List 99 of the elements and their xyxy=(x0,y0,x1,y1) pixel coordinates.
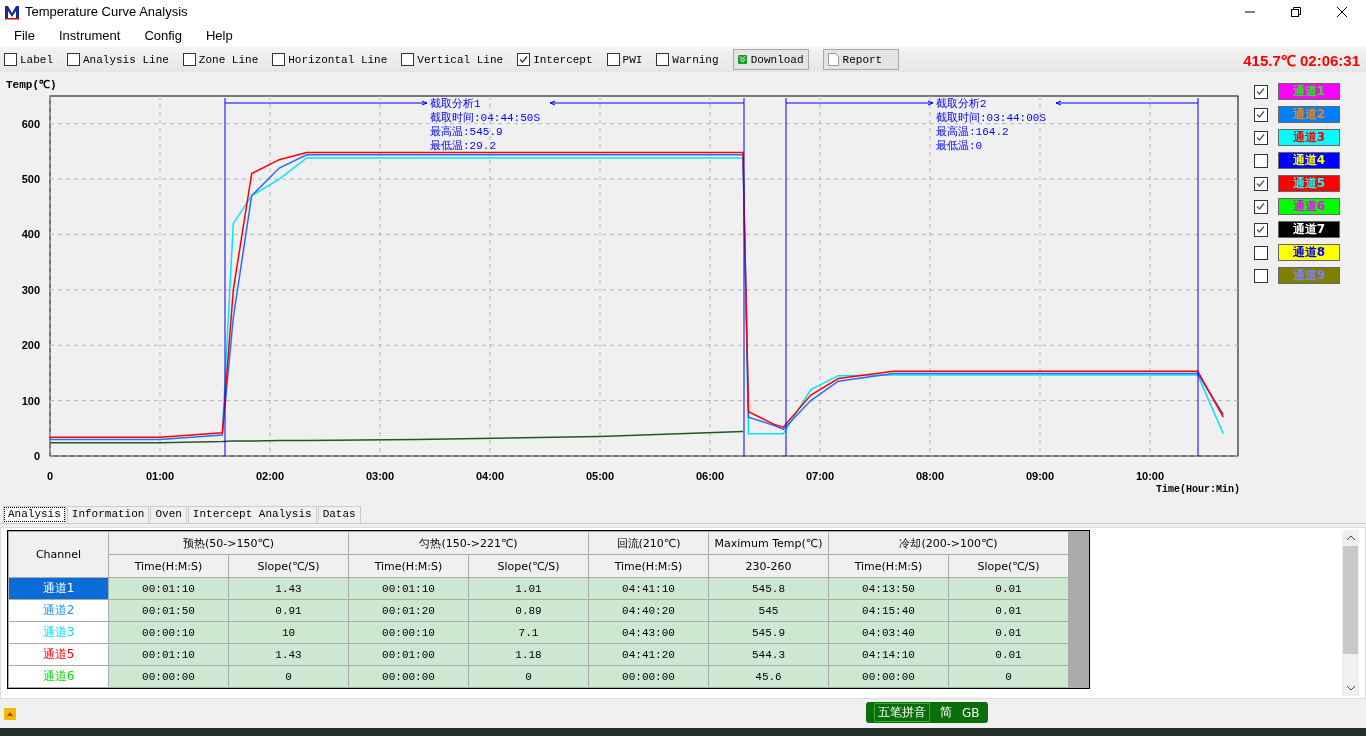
checkbox[interactable] xyxy=(1254,245,1268,260)
channel-cell[interactable]: 通道1 xyxy=(8,577,109,600)
tab[interactable]: Information xyxy=(66,506,150,523)
checkbox[interactable] xyxy=(517,53,531,66)
intercept-text: 最低温:0 xyxy=(936,140,983,152)
checkbox[interactable] xyxy=(1254,199,1268,214)
x-tick-label: 07:00 xyxy=(805,470,835,482)
checkbox[interactable] xyxy=(182,53,196,66)
intercept-text: 最高温:545.9 xyxy=(430,126,503,138)
x-tick-label: 06:00 xyxy=(695,470,725,482)
column-header: Time(H:M:S) xyxy=(828,554,949,578)
checkbox[interactable] xyxy=(1254,107,1268,122)
checkbox[interactable] xyxy=(1254,84,1268,99)
checkbox-label: Vertical Line xyxy=(417,53,504,66)
x-axis-title: Time(Hour:Min) xyxy=(1156,484,1240,495)
download-icon xyxy=(737,53,747,66)
x-tick-label: 0 xyxy=(46,470,54,482)
intercept-text: 截取分析1 xyxy=(430,98,481,110)
x-tick-label: 04:00 xyxy=(475,470,505,482)
checkbox[interactable] xyxy=(1254,153,1268,168)
tab[interactable]: Intercept Analysis xyxy=(187,506,317,523)
scrollbar[interactable] xyxy=(1342,530,1359,696)
group-header: 预热(50->150℃) xyxy=(108,531,349,555)
group-header: 冷却(200->100℃) xyxy=(828,531,1069,555)
intercept-text: 最高温:164.2 xyxy=(936,126,1009,138)
intercept-text: 截取分析2 xyxy=(936,98,987,110)
channel-cell[interactable]: 通道2 xyxy=(8,599,109,622)
x-tick-label: 03:00 xyxy=(365,470,395,482)
x-tick-label: 09:00 xyxy=(1025,470,1055,482)
column-header: Time(H:M:S) xyxy=(588,554,709,578)
status-icon xyxy=(4,707,16,720)
column-header: Time(H:M:S) xyxy=(108,554,229,578)
y-tick-label: 600 xyxy=(21,117,40,130)
x-tick-label: 10:00 xyxy=(1135,470,1165,482)
y-tick-label: 100 xyxy=(21,394,40,407)
checkbox[interactable] xyxy=(606,53,620,66)
intercept-text: 截取时间:03:44:00S xyxy=(936,112,1046,124)
tab[interactable]: Oven xyxy=(150,506,187,523)
checkbox[interactable] xyxy=(656,53,670,66)
input-mode[interactable]: 五笔拼音 xyxy=(874,703,930,722)
app-logo-icon xyxy=(4,3,20,20)
column-header: Time(H:M:S) xyxy=(348,554,469,578)
y-tick-label: 500 xyxy=(21,173,40,186)
column-header: Slope(℃/S) xyxy=(468,554,589,578)
close-icon[interactable] xyxy=(1336,5,1348,18)
y-tick-label: 400 xyxy=(21,228,40,241)
group-header: 回流(210℃) xyxy=(588,531,709,555)
menu-item[interactable]: Help xyxy=(191,27,243,43)
y-tick-label: 0 xyxy=(33,450,40,462)
document-icon xyxy=(827,53,839,66)
channel-cell[interactable]: 通道5 xyxy=(8,643,109,666)
maximize-icon[interactable] xyxy=(1290,5,1302,18)
channel-legend-label[interactable]: 通道7 xyxy=(1278,221,1340,238)
checkbox-label: Warning xyxy=(672,53,719,66)
menu-item[interactable]: Instrument xyxy=(44,27,131,43)
scroll-down-icon[interactable] xyxy=(1345,684,1356,692)
checkbox[interactable] xyxy=(67,53,80,66)
tab[interactable]: Analysis xyxy=(3,506,66,523)
checkbox[interactable] xyxy=(1254,222,1268,237)
window-title: Temperature Curve Analysis xyxy=(25,4,188,19)
checkbox-label: Zone Line xyxy=(198,53,259,66)
column-header: Slope(℃/S) xyxy=(228,554,349,578)
scroll-up-icon[interactable] xyxy=(1345,534,1356,542)
y-tick-label: 200 xyxy=(21,339,40,352)
menu-item[interactable]: File xyxy=(0,27,45,43)
checkbox-label: Intercept xyxy=(533,53,593,66)
x-tick-label: 08:00 xyxy=(915,470,945,482)
menu-item[interactable]: Config xyxy=(130,27,192,43)
temperature-time-reading: 415.7℃ 02:06:31 xyxy=(1243,50,1360,70)
script-toggle[interactable]: 简 xyxy=(940,704,952,721)
checkbox[interactable] xyxy=(1254,268,1268,283)
column-header: Channel xyxy=(8,531,109,578)
group-header: 匀热(150->221℃) xyxy=(348,531,589,555)
intercept-text: 截取时间:04:44:50S xyxy=(430,112,540,124)
charset-toggle[interactable]: GB xyxy=(962,705,980,720)
x-tick-label: 02:00 xyxy=(255,470,285,482)
checkbox[interactable] xyxy=(1254,176,1268,191)
channel-legend-label[interactable]: 通道4 xyxy=(1278,152,1340,169)
y-tick-label: 300 xyxy=(21,283,40,296)
y-axis-title: Temp(℃) xyxy=(6,78,57,91)
checkbox-label: PWI xyxy=(622,53,643,66)
x-tick-label: 01:00 xyxy=(145,470,175,482)
checkbox-label: Label xyxy=(20,53,53,66)
input-method-toolbar[interactable]: 五笔拼音 简 GB xyxy=(866,702,988,723)
checkbox[interactable] xyxy=(4,53,17,66)
checkbox[interactable] xyxy=(401,53,415,66)
toolbar-button[interactable]: Report xyxy=(822,49,899,70)
column-header: Slope(℃/S) xyxy=(948,554,1069,578)
checkbox-label: Analysis Line xyxy=(83,53,169,66)
checkbox[interactable] xyxy=(272,53,286,66)
checkbox-label: Horizontal Line xyxy=(288,53,388,66)
toolbar-button[interactable]: Download xyxy=(732,49,809,70)
tab[interactable]: Datas xyxy=(317,506,361,523)
x-tick-label: 05:00 xyxy=(585,470,615,482)
intercept-text: 最低温:29.2 xyxy=(430,140,496,152)
checkbox[interactable] xyxy=(1254,130,1268,145)
channel-legend-label[interactable]: 通道8 xyxy=(1278,244,1340,261)
column-header: 230-260 xyxy=(708,554,829,578)
group-header: Maximum Temp(℃) xyxy=(708,531,829,555)
